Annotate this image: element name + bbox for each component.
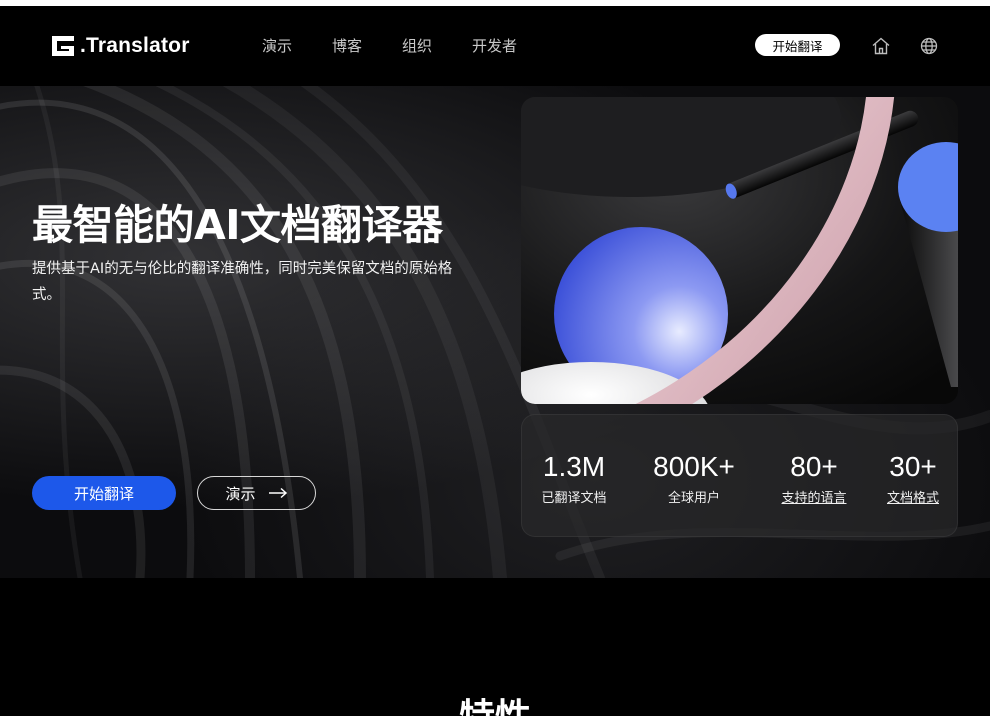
stat-value: 30+ [889, 451, 937, 482]
stat-value: 1.3M [542, 451, 606, 482]
nav-item-developers[interactable]: 开发者 [472, 35, 517, 56]
abstract-3d-shapes-image [521, 97, 958, 404]
hero-title: 最智能的AI文档翻译器 [32, 201, 443, 249]
stats-card: 1.3M 已翻译文档 800K+ 全球用户 80+ 支持的语言 30+ 文档格式 [521, 414, 958, 537]
stat-value: 800K+ [653, 451, 735, 482]
arrow-right-icon [268, 487, 287, 499]
hero-artwork [521, 97, 958, 404]
demo-button-label: 演示 [225, 484, 256, 503]
site-header: .Translator 演示 博客 组织 开发者 开始翻译 [0, 6, 990, 86]
globe-icon[interactable] [920, 37, 938, 55]
stat-value: 80+ [790, 451, 838, 482]
features-section-title: 特性 [0, 688, 990, 716]
stat-global-users: 800K+ 全球用户 [650, 451, 738, 506]
stat-supported-languages: 80+ 支持的语言 [778, 451, 850, 506]
hero-section: 最智能的AI文档翻译器 提供基于AI的无与伦比的翻译准确性，同时完美保留文档的原… [0, 86, 990, 578]
stat-label: 已翻译文档 [541, 491, 607, 506]
supported-languages-link[interactable]: 支持的语言 [778, 487, 850, 506]
stat-document-formats: 30+ 文档格式 [882, 451, 944, 506]
logo[interactable]: .Translator [52, 34, 190, 58]
nav-item-organization[interactable]: 组织 [402, 35, 432, 56]
demo-button[interactable]: 演示 [197, 476, 316, 510]
main-nav: 演示 博客 组织 开发者 [262, 35, 517, 56]
stat-documents-translated: 1.3M 已翻译文档 [538, 451, 610, 506]
header-start-translation-button[interactable]: 开始翻译 [755, 34, 840, 56]
document-formats-link[interactable]: 文档格式 [882, 487, 944, 506]
logo-mark-icon [52, 36, 74, 56]
start-translation-button[interactable]: 开始翻译 [32, 476, 176, 510]
nav-item-demo[interactable]: 演示 [262, 35, 292, 56]
stat-label: 全球用户 [667, 491, 720, 506]
home-icon[interactable] [871, 36, 891, 56]
logo-text: .Translator [80, 34, 190, 57]
hero-subtitle: 提供基于AI的无与伦比的翻译准确性，同时完美保留文档的原始格式。 [32, 261, 453, 303]
nav-item-blog[interactable]: 博客 [332, 35, 362, 56]
